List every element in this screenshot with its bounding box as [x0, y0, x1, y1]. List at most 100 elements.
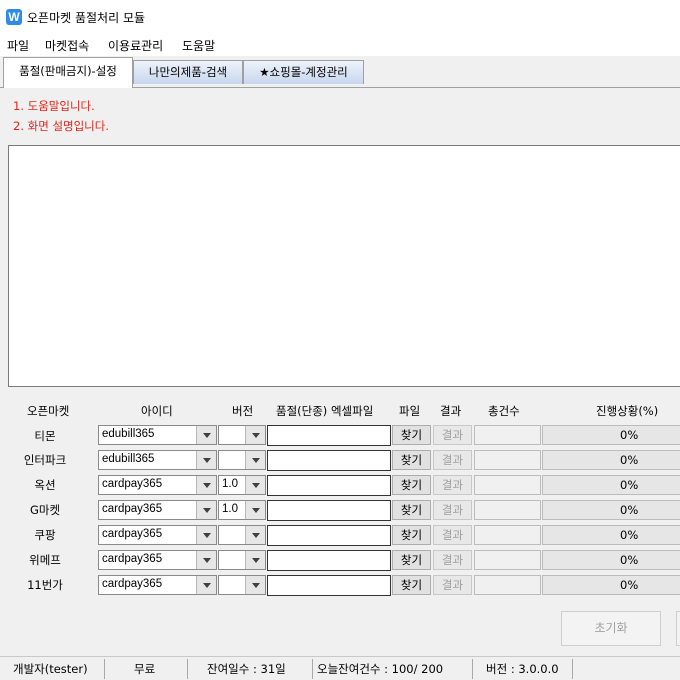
- version-value: 1.0: [222, 478, 238, 490]
- result-button[interactable]: 결과: [433, 550, 472, 570]
- chevron-down-icon[interactable]: [196, 576, 216, 594]
- col-header-excel-file: 품절(단종) 엑셀파일: [276, 404, 374, 418]
- total-count-box: [474, 500, 541, 520]
- reset-button[interactable]: 초기화: [561, 611, 661, 646]
- version-select[interactable]: [218, 550, 266, 570]
- progress-bar: 0%: [542, 550, 680, 570]
- id-value: edubill365: [102, 428, 155, 440]
- log-textarea[interactable]: [8, 145, 680, 387]
- find-file-button[interactable]: 찾기: [392, 525, 431, 545]
- status-bar: 개발자(tester) 무료 잔여일수 : 31일 오늘잔여건수 : 100/ …: [0, 656, 680, 680]
- status-separator: [104, 659, 105, 679]
- status-user: 개발자(tester): [13, 662, 88, 676]
- chevron-down-icon[interactable]: [245, 476, 265, 494]
- chevron-down-icon[interactable]: [245, 451, 265, 469]
- id-value: cardpay365: [102, 478, 163, 490]
- version-select[interactable]: 1.0: [218, 500, 266, 520]
- progress-text: 0%: [620, 553, 639, 567]
- find-file-button[interactable]: 찾기: [392, 575, 431, 595]
- tab-shopping-account[interactable]: ★쇼핑몰-계정관리: [243, 60, 364, 84]
- id-select[interactable]: cardpay365: [98, 550, 217, 570]
- find-file-button[interactable]: 찾기: [392, 550, 431, 570]
- excel-file-input[interactable]: [267, 450, 391, 471]
- chevron-down-icon[interactable]: [196, 476, 216, 494]
- chevron-down-icon[interactable]: [245, 576, 265, 594]
- version-select[interactable]: [218, 425, 266, 445]
- version-select[interactable]: [218, 575, 266, 595]
- status-days-left: 잔여일수 : 31일: [207, 662, 286, 676]
- id-value: cardpay365: [102, 553, 163, 565]
- progress-text: 0%: [620, 453, 639, 467]
- menu-market-connect[interactable]: 마켓접속: [45, 37, 89, 54]
- help-line-1: 1. 도움말입니다.: [13, 99, 95, 113]
- id-select[interactable]: cardpay365: [98, 475, 217, 495]
- progress-bar: 0%: [542, 575, 680, 595]
- chevron-down-icon[interactable]: [196, 526, 216, 544]
- total-count-box: [474, 425, 541, 445]
- status-separator: [472, 659, 473, 679]
- menu-help[interactable]: 도움말: [182, 37, 215, 54]
- status-separator: [572, 659, 573, 679]
- version-select[interactable]: [218, 450, 266, 470]
- secondary-button[interactable]: [676, 611, 680, 646]
- progress-text: 0%: [620, 578, 639, 592]
- col-header-total: 총건수: [488, 404, 520, 418]
- title-bar: W 오픈마켓 품절처리 모듈: [0, 0, 680, 34]
- excel-file-input[interactable]: [267, 525, 391, 546]
- col-header-file: 파일: [399, 404, 421, 418]
- market-name: 티몬: [34, 429, 56, 443]
- id-value: edubill365: [102, 453, 155, 465]
- version-select[interactable]: [218, 525, 266, 545]
- tab-my-product-search[interactable]: 나만의제품-검색: [133, 60, 243, 84]
- col-header-progress: 진행상황(%): [596, 404, 659, 418]
- find-file-button[interactable]: 찾기: [392, 475, 431, 495]
- excel-file-input[interactable]: [267, 500, 391, 521]
- id-select[interactable]: cardpay365: [98, 525, 217, 545]
- id-select[interactable]: cardpay365: [98, 500, 217, 520]
- find-file-button[interactable]: 찾기: [392, 500, 431, 520]
- market-name: 옥션: [34, 478, 56, 492]
- excel-file-input[interactable]: [267, 550, 391, 571]
- progress-text: 0%: [620, 503, 639, 517]
- help-line-2: 2. 화면 설명입니다.: [13, 119, 109, 133]
- find-file-button[interactable]: 찾기: [392, 450, 431, 470]
- id-select[interactable]: cardpay365: [98, 575, 217, 595]
- chevron-down-icon[interactable]: [245, 426, 265, 444]
- chevron-down-icon[interactable]: [196, 451, 216, 469]
- tab-soldout-settings[interactable]: 품절(판매금지)-설정: [3, 57, 133, 88]
- excel-file-input[interactable]: [267, 425, 391, 446]
- result-button[interactable]: 결과: [433, 525, 472, 545]
- status-separator: [312, 659, 313, 679]
- total-count-box: [474, 575, 541, 595]
- progress-bar: 0%: [542, 425, 680, 445]
- chevron-down-icon[interactable]: [245, 551, 265, 569]
- market-name: 위메프: [29, 553, 61, 567]
- chevron-down-icon[interactable]: [196, 426, 216, 444]
- excel-file-input[interactable]: [267, 575, 391, 596]
- menu-fee-management[interactable]: 이용료관리: [108, 37, 163, 54]
- app-logo-icon: W: [6, 9, 22, 25]
- progress-bar: 0%: [542, 475, 680, 495]
- status-version: 버전 : 3.0.0.0: [486, 662, 559, 676]
- chevron-down-icon[interactable]: [196, 501, 216, 519]
- col-header-version: 버전: [232, 404, 254, 418]
- result-button[interactable]: 결과: [433, 425, 472, 445]
- progress-bar: 0%: [542, 450, 680, 470]
- chevron-down-icon[interactable]: [196, 551, 216, 569]
- excel-file-input[interactable]: [267, 475, 391, 496]
- find-file-button[interactable]: 찾기: [392, 425, 431, 445]
- chevron-down-icon[interactable]: [245, 501, 265, 519]
- id-select[interactable]: edubill365: [98, 450, 217, 470]
- result-button[interactable]: 결과: [433, 475, 472, 495]
- result-button[interactable]: 결과: [433, 575, 472, 595]
- progress-text: 0%: [620, 528, 639, 542]
- version-select[interactable]: 1.0: [218, 475, 266, 495]
- result-button[interactable]: 결과: [433, 450, 472, 470]
- chevron-down-icon[interactable]: [245, 526, 265, 544]
- id-select[interactable]: edubill365: [98, 425, 217, 445]
- tab-strip: 품절(판매금지)-설정 나만의제품-검색 ★쇼핑몰-계정관리: [0, 56, 680, 88]
- menu-bar: 파일 마켓접속 이용료관리 도움말: [0, 34, 680, 56]
- menu-file[interactable]: 파일: [7, 37, 29, 54]
- result-button[interactable]: 결과: [433, 500, 472, 520]
- version-value: 1.0: [222, 503, 238, 515]
